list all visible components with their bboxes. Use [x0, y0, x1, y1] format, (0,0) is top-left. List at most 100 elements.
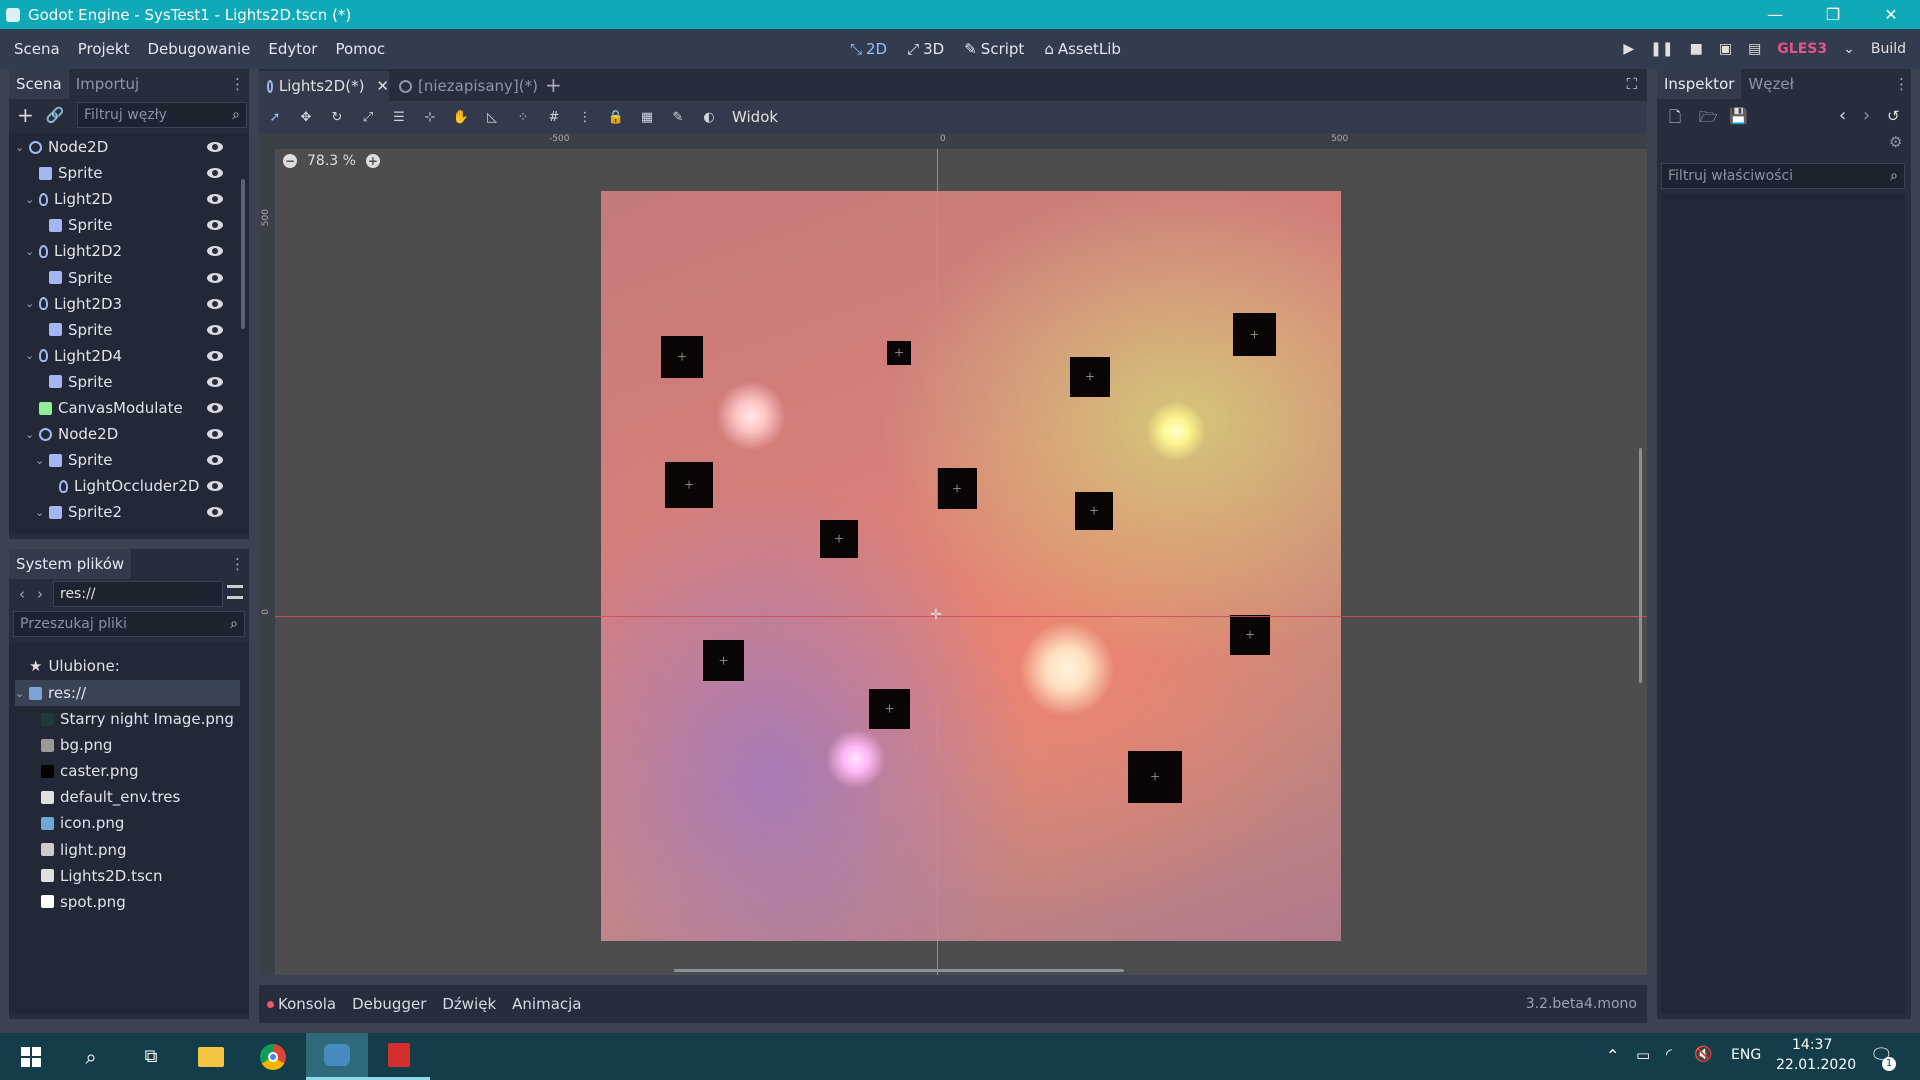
visibility-eye-icon[interactable]	[207, 324, 223, 335]
chevron-down-icon[interactable]: ⌄	[25, 245, 37, 258]
smart-snap-icon[interactable]: ⁘	[516, 110, 530, 125]
occluder-sprite[interactable]	[1230, 615, 1270, 655]
mode-assetlib-button[interactable]: ⌂ AssetLib	[1044, 40, 1121, 58]
occluder-sprite[interactable]	[937, 468, 977, 509]
scene-node-item[interactable]: LightOccluder2D	[45, 473, 245, 499]
language-indicator[interactable]: ENG	[1731, 1047, 1761, 1063]
scene-tree-scrollbar[interactable]	[241, 179, 245, 329]
back-icon[interactable]: ‹	[19, 585, 25, 603]
file-item[interactable]: default_env.tres	[41, 784, 180, 810]
scene-node-item[interactable]: Sprite	[35, 369, 245, 395]
chevron-down-icon[interactable]: ⌄	[25, 349, 37, 362]
file-item[interactable]: Starry night Image.png	[41, 706, 234, 732]
visibility-eye-icon[interactable]	[207, 507, 223, 518]
file-search-input[interactable]: Przeszukaj pliki ⌕	[13, 611, 245, 637]
list-select-icon[interactable]: ☰	[392, 110, 406, 125]
tab-debugger[interactable]: Debugger	[344, 995, 434, 1013]
scene-canvas[interactable]	[601, 191, 1341, 941]
chrome-icon[interactable]	[242, 1033, 304, 1080]
visibility-eye-icon[interactable]	[207, 142, 223, 152]
more-options-icon[interactable]: ⋮	[578, 110, 592, 125]
menu-debug[interactable]: Debugowanie	[138, 40, 259, 58]
view-menu[interactable]: Widok	[732, 108, 778, 126]
tab-scene-lights2d[interactable]: Lights2D(*) ✕	[259, 71, 389, 101]
menu-scene[interactable]: Scena	[5, 40, 69, 58]
grid-snap-icon[interactable]: #	[547, 110, 561, 125]
file-item[interactable]: spot.png	[41, 889, 126, 915]
property-filter-input[interactable]: Filtruj właściwości ⌕	[1661, 163, 1905, 189]
file-item[interactable]: Lights2D.tscn	[41, 863, 163, 889]
minimize-button[interactable]: —	[1746, 0, 1804, 29]
history-forward-icon[interactable]: ›	[1863, 105, 1870, 126]
bone-icon[interactable]: ✎	[671, 110, 685, 125]
tab-filesystem[interactable]: System plików	[9, 549, 132, 579]
file-item[interactable]: light.png	[41, 837, 127, 863]
occluder-sprite[interactable]	[869, 689, 910, 729]
tab-output[interactable]: Konsola	[274, 995, 344, 1013]
res-root-item[interactable]: ⌄ res://	[15, 680, 240, 706]
occluder-sprite[interactable]	[661, 336, 703, 378]
camera-icon[interactable]: ◐	[702, 110, 716, 125]
chevron-down-icon[interactable]: ⌄	[1843, 41, 1855, 57]
visibility-eye-icon[interactable]	[207, 455, 223, 466]
mode-2d-button[interactable]: ⤡ 2D	[850, 40, 887, 58]
object-properties-icon[interactable]: ⚙	[1889, 133, 1902, 151]
occluder-sprite[interactable]	[1070, 357, 1110, 397]
clock-time[interactable]: 14:37	[1792, 1037, 1832, 1053]
dock-menu-icon[interactable]: ⋮	[230, 75, 245, 93]
visibility-eye-icon[interactable]	[207, 220, 223, 231]
mode-script-button[interactable]: ✎ Script	[964, 40, 1024, 58]
chevron-down-icon[interactable]: ⌄	[25, 297, 37, 310]
rotate-tool-icon[interactable]: ↻	[330, 110, 344, 125]
horizontal-scrollbar[interactable]	[674, 969, 1124, 972]
occluder-sprite[interactable]	[665, 462, 713, 508]
favorites-item[interactable]: ★ Ulubione:	[29, 653, 120, 679]
zoom-out-icon[interactable]: −	[283, 154, 297, 168]
visibility-eye-icon[interactable]	[207, 403, 223, 413]
save-icon[interactable]: 💾	[1729, 107, 1748, 125]
file-explorer-icon[interactable]	[180, 1033, 242, 1080]
search-icon[interactable]: ⌕	[60, 1033, 122, 1080]
occluder-sprite[interactable]	[1128, 751, 1182, 803]
new-resource-icon[interactable]: 🗋	[1669, 107, 1681, 132]
build-button[interactable]: Build	[1871, 41, 1906, 57]
close-icon[interactable]: ✕	[376, 77, 389, 95]
scale-tool-icon[interactable]: ⤢	[361, 110, 375, 125]
history-icon[interactable]: ↺	[1887, 107, 1900, 125]
link-icon[interactable]: 🔗	[46, 106, 65, 124]
dock-menu-icon[interactable]: ⋮	[1894, 75, 1909, 93]
acrobat-icon[interactable]	[368, 1033, 430, 1080]
renderer-label[interactable]: GLES3	[1777, 41, 1827, 57]
task-view-icon[interactable]: ⧉	[120, 1033, 182, 1080]
visibility-eye-icon[interactable]	[207, 429, 223, 440]
scene-node-item[interactable]: ⌄ Node2D	[15, 134, 245, 160]
occluder-sprite[interactable]	[820, 520, 858, 558]
battery-icon[interactable]: ▭	[1636, 1046, 1650, 1064]
canvas-viewport[interactable]: -500 0 500 500 0 − 78.3 % + ✛	[259, 133, 1647, 975]
chevron-down-icon[interactable]: ⌄	[35, 454, 47, 467]
visibility-eye-icon[interactable]	[207, 376, 223, 387]
mode-3d-button[interactable]: ⤢ 3D	[907, 40, 944, 58]
stop-icon[interactable]: ■	[1690, 41, 1703, 57]
scene-node-item[interactable]: CanvasModulate	[25, 395, 245, 421]
occluder-sprite[interactable]	[1075, 492, 1113, 530]
occluder-sprite[interactable]	[887, 341, 911, 365]
pause-icon[interactable]: ❚❚	[1650, 41, 1673, 57]
file-item[interactable]: caster.png	[41, 758, 138, 784]
speaker-muted-icon[interactable]: 🔇	[1694, 1045, 1713, 1063]
select-tool-icon[interactable]: ➚	[268, 110, 282, 125]
start-button[interactable]	[0, 1033, 62, 1080]
play-custom-scene-icon[interactable]: ▤	[1748, 41, 1761, 57]
scene-node-item[interactable]: ⌄ Sprite	[35, 447, 245, 473]
tab-import[interactable]: Importuj	[69, 69, 146, 99]
open-folder-icon[interactable]: 🗁	[1699, 107, 1718, 132]
zoom-level[interactable]: 78.3 %	[307, 153, 356, 169]
play-scene-icon[interactable]: ▣	[1719, 41, 1732, 57]
tab-node[interactable]: Węzeł	[1741, 69, 1800, 99]
visibility-eye-icon[interactable]	[207, 481, 223, 492]
distraction-free-icon[interactable]: ⛶	[1626, 75, 1637, 93]
maximize-button[interactable]: ❐	[1804, 0, 1862, 29]
godot-taskbar-icon[interactable]	[306, 1033, 368, 1080]
wifi-icon[interactable]: ◜	[1666, 1045, 1672, 1063]
visibility-eye-icon[interactable]	[207, 350, 223, 361]
